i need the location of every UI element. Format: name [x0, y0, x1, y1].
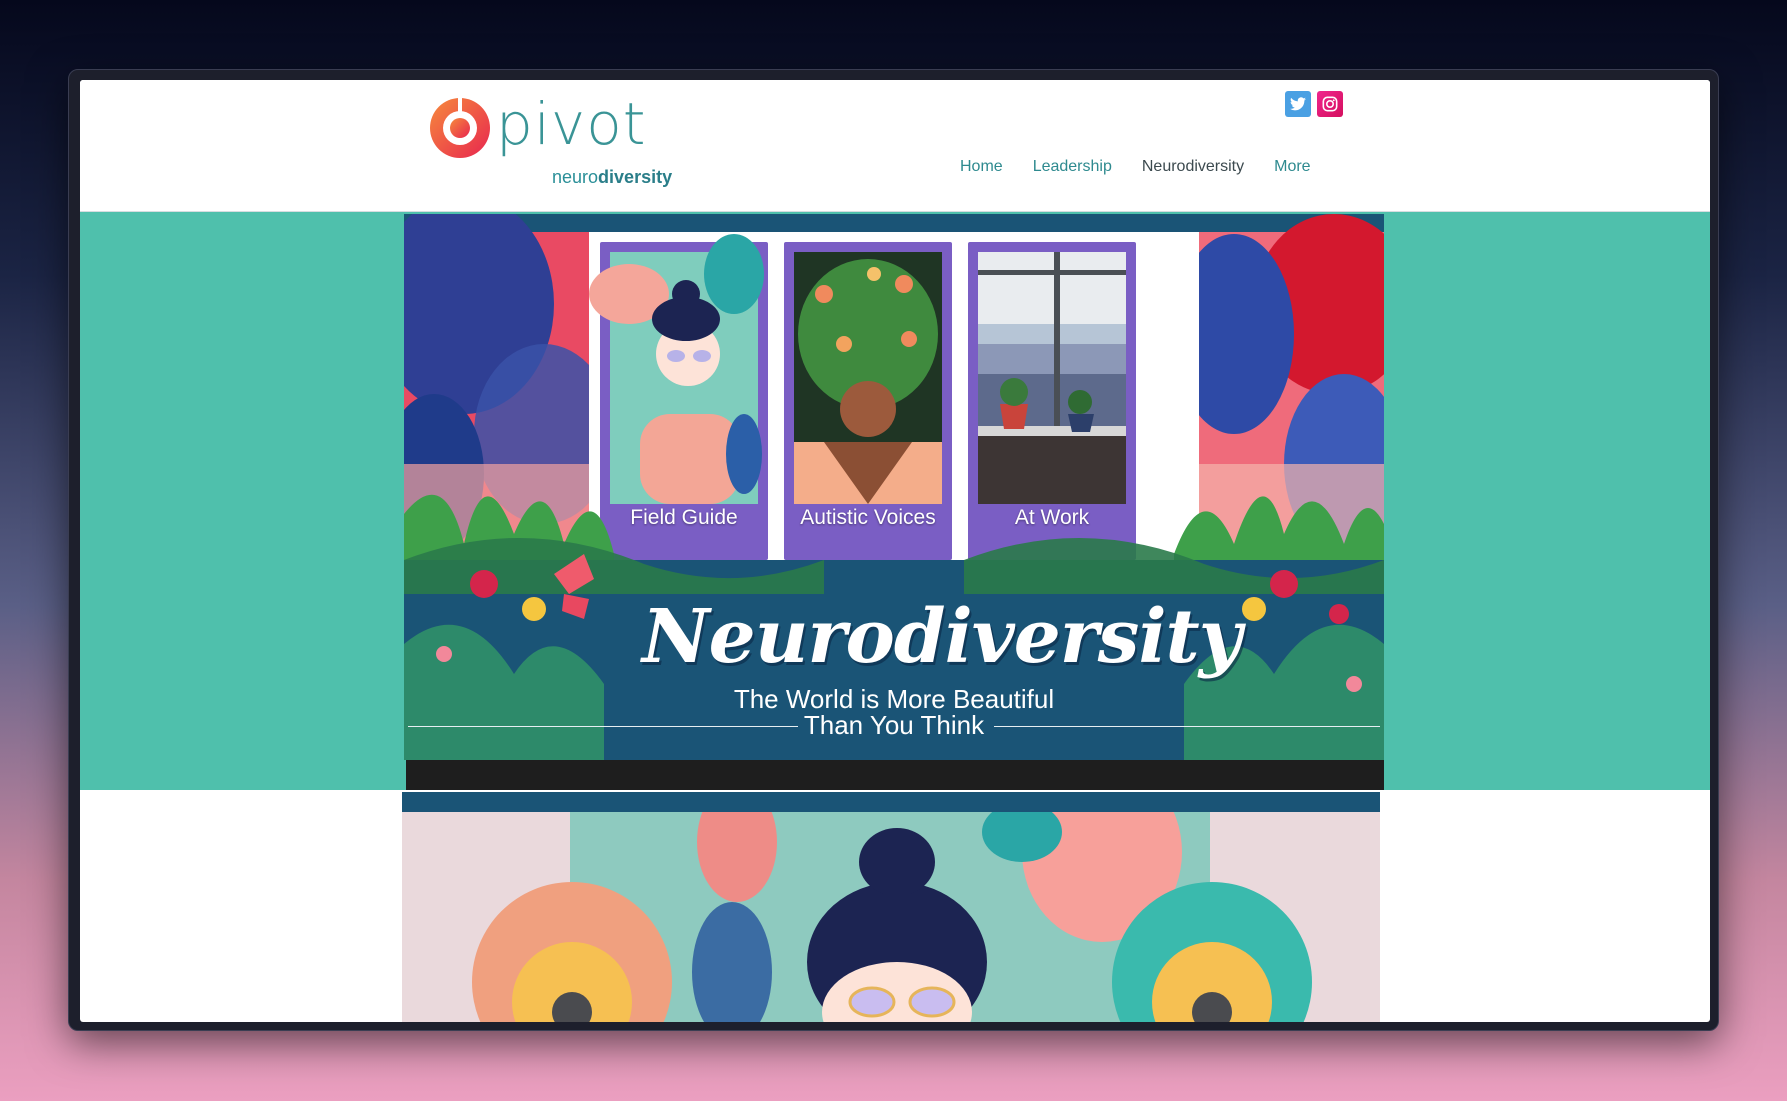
featured-illustration — [402, 792, 1380, 1022]
tagline-rule-right — [994, 726, 1380, 727]
logo-sub-bold: diversity — [598, 167, 673, 187]
page-viewport: pivot neurodiversity Home Leadership Neu… — [80, 80, 1710, 1022]
card-at-work[interactable]: At Work — [968, 506, 1136, 530]
instagram-icon[interactable] — [1317, 91, 1343, 117]
browser-window: pivot neurodiversity Home Leadership Neu… — [68, 69, 1719, 1031]
logo-wordmark: pivot — [496, 90, 647, 158]
pivot-logo-icon — [430, 98, 490, 158]
nav-leadership[interactable]: Leadership — [1033, 158, 1112, 176]
hero-title: Neurodiversity — [642, 594, 1242, 680]
hero-footer-bar — [406, 760, 1384, 790]
social-links — [1285, 91, 1343, 117]
nav-more[interactable]: More — [1274, 158, 1310, 176]
main-nav: Home Leadership Neurodiversity More — [960, 158, 1311, 176]
hero-section: Field Guide Autistic Voices At Work Neur… — [80, 212, 1710, 790]
site-header: pivot neurodiversity Home Leadership Neu… — [80, 80, 1710, 212]
pivot-logo[interactable]: pivot neurodiversity — [428, 90, 688, 187]
nav-neurodiversity[interactable]: Neurodiversity — [1142, 158, 1244, 176]
twitter-icon[interactable] — [1285, 91, 1311, 117]
featured-illustration-art — [402, 812, 1380, 1022]
logo-sub-light: neuro — [552, 167, 599, 187]
hero-banner: Field Guide Autistic Voices At Work Neur… — [404, 214, 1384, 790]
card-autistic-voices[interactable]: Autistic Voices — [784, 506, 952, 530]
nav-home[interactable]: Home — [960, 158, 1003, 176]
logo-subtitle: neurodiversity — [552, 167, 672, 188]
card-field-guide[interactable]: Field Guide — [600, 506, 768, 530]
